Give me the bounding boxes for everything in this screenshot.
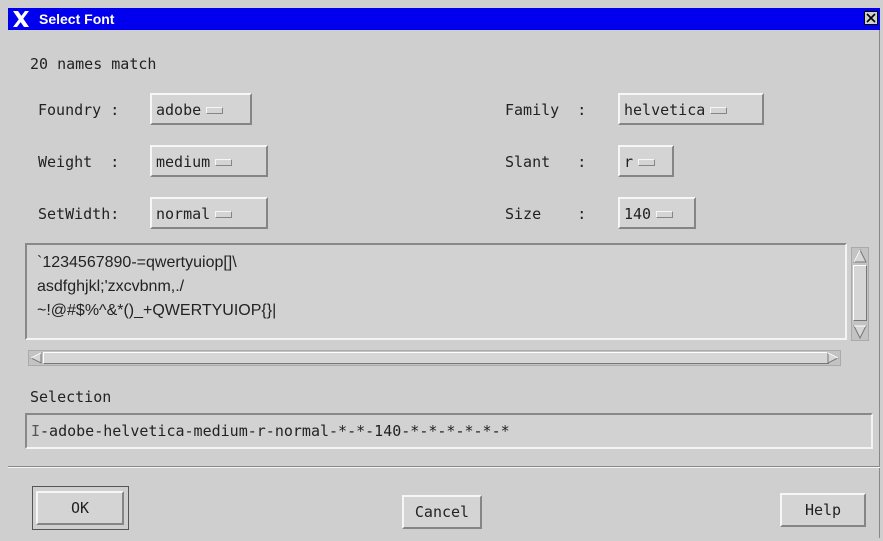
close-icon xyxy=(866,13,876,23)
preview-vertical-scrollbar[interactable] xyxy=(851,247,869,341)
horizontal-scroll-thumb[interactable] xyxy=(43,352,829,364)
size-value: 140 xyxy=(624,205,652,223)
option-menu-indicator-icon xyxy=(710,107,728,114)
scroll-down-arrow-icon[interactable] xyxy=(853,325,867,339)
preview-horizontal-scrollbar[interactable] xyxy=(28,350,841,366)
help-button[interactable]: Help xyxy=(780,493,866,527)
family-label: Family : xyxy=(505,101,587,119)
slant-menu[interactable]: r xyxy=(618,145,674,177)
foundry-menu[interactable]: adobe xyxy=(150,93,252,125)
scroll-left-arrow-icon[interactable] xyxy=(30,352,42,364)
selection-value: -adobe-helvetica-medium-r-normal-*-*-140… xyxy=(40,422,510,440)
option-menu-indicator-icon xyxy=(206,107,224,114)
setwidth-menu[interactable]: normal xyxy=(150,197,268,229)
slant-label: Slant : xyxy=(505,153,587,171)
setwidth-label: SetWidth: xyxy=(38,205,120,223)
weight-label: Weight : xyxy=(38,153,120,171)
close-button[interactable] xyxy=(864,11,878,25)
preview-line: asdfghjkl;'zxcvbnm,./ xyxy=(37,278,185,295)
ok-button[interactable]: OK xyxy=(36,491,124,525)
vertical-scroll-thumb[interactable] xyxy=(853,265,867,321)
separator xyxy=(8,466,880,468)
foundry-label: Foundry : xyxy=(38,101,120,119)
option-menu-indicator-icon xyxy=(215,211,233,218)
preview-line: ~!@#$%^&*()_+QWERTYUIOP{}| xyxy=(37,302,277,319)
foundry-value: adobe xyxy=(156,101,202,119)
size-label: Size : xyxy=(505,205,587,223)
font-preview-area[interactable]: `1234567890-=qwertyuiop[]\ asdfghjkl;'zx… xyxy=(25,243,847,340)
match-count: 20 names match xyxy=(30,55,157,73)
selection-label: Selection xyxy=(30,388,112,406)
scroll-up-arrow-icon[interactable] xyxy=(853,249,867,263)
size-menu[interactable]: 140 xyxy=(618,197,696,229)
weight-value: medium xyxy=(156,153,211,171)
family-menu[interactable]: helvetica xyxy=(618,93,764,125)
option-menu-indicator-icon xyxy=(638,159,656,166)
scroll-right-arrow-icon[interactable] xyxy=(827,352,839,364)
window-title: Select Font xyxy=(39,11,115,27)
slant-value: r xyxy=(624,153,634,171)
x-logo-icon xyxy=(13,11,29,27)
option-menu-indicator-icon xyxy=(656,211,674,218)
title-bar[interactable]: Select Font xyxy=(8,8,880,30)
preview-line: `1234567890-=qwertyuiop[]\ xyxy=(37,254,237,271)
option-menu-indicator-icon xyxy=(215,159,233,166)
cancel-button[interactable]: Cancel xyxy=(402,495,482,529)
selection-field[interactable]: I-adobe-helvetica-medium-r-normal-*-*-14… xyxy=(25,413,873,449)
text-cursor-icon: I xyxy=(31,422,41,440)
family-value: helvetica xyxy=(624,101,706,119)
weight-menu[interactable]: medium xyxy=(150,145,268,177)
setwidth-value: normal xyxy=(156,205,211,223)
